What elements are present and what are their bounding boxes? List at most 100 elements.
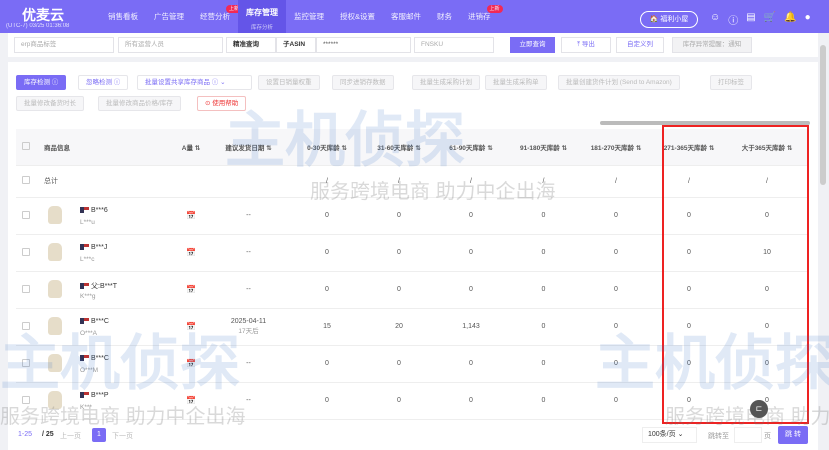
- row-checkbox[interactable]: [22, 176, 30, 184]
- age-cell: 0: [435, 197, 507, 235]
- nav-item-7[interactable]: 财务: [429, 0, 460, 33]
- asin-type-select[interactable]: 子ASIN: [276, 37, 316, 53]
- nav-item-2[interactable]: 经营分析 上新: [192, 0, 242, 33]
- inventory-check-button[interactable]: 库存检测 ⓘ: [16, 75, 67, 90]
- print-label-button[interactable]: 打印标签: [710, 75, 752, 90]
- support-icon[interactable]: ☺: [710, 12, 720, 27]
- help-icon[interactable]: ⓘ: [728, 12, 738, 27]
- product-thumbnail: [48, 205, 62, 224]
- column-header[interactable]: 61-90天库龄 ⇅: [435, 129, 507, 166]
- age-cell: 0: [291, 271, 363, 309]
- horizontal-scrollbar[interactable]: [600, 121, 810, 125]
- search-input[interactable]: ******: [316, 37, 411, 53]
- calendar-icon[interactable]: 📅: [186, 285, 196, 294]
- calendar-icon[interactable]: 📅: [186, 396, 196, 405]
- match-mode-select[interactable]: 精准查询: [226, 37, 276, 53]
- calendar-icon[interactable]: 📅: [186, 322, 196, 331]
- bulk-shared-inventory-dropdown[interactable]: 批量设置共享库存商品 ⓘ ⌄: [137, 75, 252, 90]
- table-row: B***J L***c 📅 -- 0 0 0 0 0 0 10: [16, 234, 808, 272]
- calendar-icon[interactable]: 📅: [186, 248, 196, 257]
- inventory-alert-button[interactable]: 库存异常提醒：通知: [672, 37, 752, 53]
- fnsku-input[interactable]: FNSKU: [414, 37, 494, 53]
- vertical-scrollbar[interactable]: [820, 45, 826, 185]
- custom-columns-button[interactable]: 自定义列: [616, 37, 664, 53]
- page-size-select[interactable]: 100条/页 ⌄: [642, 427, 697, 443]
- operator-select[interactable]: 所有运营人员: [118, 37, 223, 53]
- nav-item-5[interactable]: 授权&设置: [332, 0, 383, 33]
- row-checkbox[interactable]: [22, 284, 30, 293]
- nav-item-8[interactable]: 进销存 上新: [460, 0, 503, 33]
- nav-item-3[interactable]: 库存管理 库存分析: [238, 0, 286, 33]
- column-header[interactable]: A量 ⇅: [176, 129, 206, 166]
- next-page-button[interactable]: 下一页: [112, 431, 133, 441]
- column-header[interactable]: 商品信息: [36, 129, 176, 166]
- product-asin[interactable]: B***C: [91, 355, 109, 362]
- ship-date: --: [246, 360, 251, 367]
- ignore-check-label: 忽略检测: [86, 79, 112, 86]
- bell-icon[interactable]: 🔔: [784, 12, 796, 27]
- timezone-clock: (UTC-7) 03/25 01:36:08: [6, 23, 70, 29]
- age-cell: 0: [507, 345, 580, 383]
- product-asin[interactable]: 父:B***T: [91, 283, 117, 290]
- page-1-button[interactable]: 1: [92, 428, 106, 442]
- column-header[interactable]: 181-270天库龄 ⇅: [580, 129, 652, 166]
- column-header[interactable]: 0-30天库龄 ⇅: [291, 129, 363, 166]
- cart-icon[interactable]: 🛒: [764, 12, 776, 27]
- age-cell: 0: [507, 234, 580, 272]
- column-header[interactable]: 大于365天库龄 ⇅: [726, 129, 808, 166]
- calendar-icon[interactable]: 📅: [186, 211, 196, 220]
- help-button[interactable]: ⊙ 使用帮助: [197, 96, 247, 111]
- page-unit-label: 页: [764, 433, 771, 440]
- bulk-po-button[interactable]: 批量生成采购单: [485, 75, 547, 90]
- erp-tag-select[interactable]: erp商品标签: [14, 37, 114, 53]
- welfare-button[interactable]: 🏠 福利小屋: [640, 11, 698, 28]
- column-header[interactable]: 31-60天库龄 ⇅: [363, 129, 435, 166]
- column-header[interactable]: 91-180天库龄 ⇅: [507, 129, 580, 166]
- age-cell: 0: [726, 308, 808, 346]
- age-cell: 0: [580, 345, 652, 383]
- us-flag-icon: [80, 282, 89, 289]
- product-asin[interactable]: B***C: [91, 318, 109, 325]
- column-header[interactable]: 271-365天库龄 ⇅: [652, 129, 726, 166]
- nav-item-0[interactable]: 销售看板: [100, 0, 146, 33]
- us-flag-icon: [80, 354, 89, 361]
- jump-button[interactable]: 跳 转: [778, 426, 808, 444]
- message-icon[interactable]: ▤: [746, 12, 755, 27]
- row-checkbox[interactable]: [22, 358, 30, 367]
- row-checkbox[interactable]: [22, 321, 30, 330]
- prev-page-button[interactable]: 上一页: [60, 431, 81, 441]
- nav-item-4[interactable]: 监控管理: [286, 0, 332, 33]
- total-cell: /: [580, 165, 652, 198]
- row-checkbox[interactable]: [22, 210, 30, 219]
- bulk-stock-time-button[interactable]: 批量修改备货时长: [16, 96, 84, 111]
- sync-button[interactable]: 同步进销存数据: [332, 75, 394, 90]
- row-checkbox[interactable]: [22, 247, 30, 256]
- bulk-price-button[interactable]: 批量修改商品价格/库存: [98, 96, 181, 111]
- filter-bar: erp商品标签 所有运营人员 精准查询 子ASIN ****** FNSKU 立…: [8, 33, 818, 57]
- age-cell: 0: [580, 382, 652, 420]
- daily-weight-button[interactable]: 设置日销量权重: [258, 75, 320, 90]
- goto-page-input[interactable]: [734, 427, 762, 443]
- bulk-shipment-button[interactable]: 批量创建货件计划 (Send to Amazon): [558, 75, 680, 90]
- product-asin[interactable]: B***J: [91, 244, 107, 251]
- avatar[interactable]: ●: [805, 12, 811, 27]
- total-label: 总计: [36, 165, 176, 198]
- age-cell: 10: [726, 234, 808, 272]
- calendar-icon[interactable]: 📅: [186, 359, 196, 368]
- table-row: B***6 L***u 📅 -- 0 0 0 0 0 0 0: [16, 197, 808, 235]
- select-all-checkbox[interactable]: [16, 129, 36, 166]
- export-button[interactable]: ⤒ 导出: [561, 37, 611, 53]
- top-nav-bar: 优麦云 (UTC-7) 03/25 01:36:08 销售看板 广告管理 经营分析上…: [0, 0, 829, 33]
- nav-item-1[interactable]: 广告管理: [146, 0, 192, 33]
- feedback-float-button[interactable]: ⊏: [750, 400, 768, 418]
- ignore-check-button[interactable]: 忽略检测 ⓘ: [78, 75, 129, 90]
- row-checkbox[interactable]: [22, 395, 30, 404]
- product-asin[interactable]: B***P: [91, 392, 109, 399]
- age-cell: 0: [507, 382, 580, 420]
- nav-item-6[interactable]: 客服邮件: [383, 0, 429, 33]
- bulk-plan-button[interactable]: 批量生成采购计划: [412, 75, 480, 90]
- column-header[interactable]: 建议发货日期 ⇅: [206, 129, 291, 166]
- query-button[interactable]: 立即查询: [510, 37, 555, 53]
- ship-date: 2025-04-11: [230, 318, 267, 325]
- product-asin[interactable]: B***6: [91, 207, 108, 214]
